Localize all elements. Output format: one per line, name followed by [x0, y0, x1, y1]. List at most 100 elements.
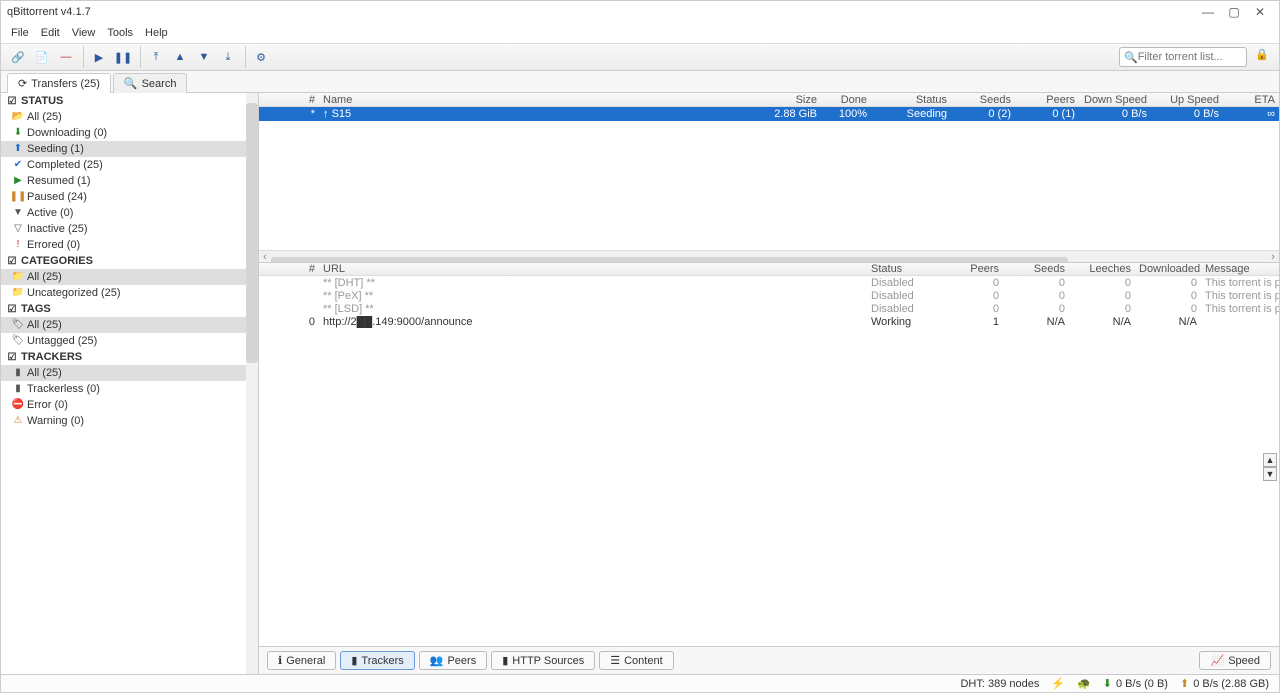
- twarn-icon: ⚠: [13, 416, 23, 426]
- menu-edit[interactable]: Edit: [41, 27, 60, 39]
- seed-icon: ⬆: [13, 144, 23, 154]
- settings-icon[interactable]: ⚙: [250, 46, 272, 68]
- tracker-row-0[interactable]: ** [DHT] **Disabled0000This torrent is p…: [259, 276, 1279, 289]
- sidebar-item-label: All (25): [27, 110, 62, 124]
- menu-help[interactable]: Help: [145, 27, 168, 39]
- col-up[interactable]: Up Speed: [1151, 94, 1223, 106]
- sidebar-item-tags-0[interactable]: 🏷All (25): [1, 317, 258, 333]
- detail-tabs: ℹGeneral ▮Trackers 👥Peers ▮HTTP Sources …: [259, 646, 1279, 674]
- tkcol-leeches[interactable]: Leeches: [1069, 263, 1135, 275]
- tkcol-msg[interactable]: Message: [1201, 263, 1279, 275]
- spin-up-icon[interactable]: ▲: [1263, 453, 1277, 467]
- tkcol-num[interactable]: #: [259, 263, 319, 275]
- tkcol-url[interactable]: URL: [319, 263, 867, 275]
- tracker-row-3[interactable]: 0http://2██.149:9000/announceWorking1N/A…: [259, 315, 1279, 328]
- torrent-hscroll[interactable]: ‹ ›: [259, 250, 1279, 262]
- col-name[interactable]: Name: [319, 94, 761, 106]
- sidebar-item-status-6[interactable]: ▼Active (0): [1, 205, 258, 221]
- tkcol-peers[interactable]: Peers: [937, 263, 1003, 275]
- tab-transfers-label: Transfers (25): [31, 78, 100, 90]
- sidebar-item-categories-1[interactable]: 📁Uncategorized (25): [1, 285, 258, 301]
- col-done[interactable]: Done: [821, 94, 871, 106]
- sidebar-item-trackers-2[interactable]: ⛔Error (0): [1, 397, 258, 413]
- torrent-header[interactable]: # Name Size Done Status Seeds Peers Down…: [259, 93, 1279, 107]
- menu-file[interactable]: File: [11, 27, 29, 39]
- scroll-right-icon[interactable]: ›: [1267, 251, 1279, 263]
- sidebar-item-status-5[interactable]: ❚❚Paused (24): [1, 189, 258, 205]
- sidebar-header-categories[interactable]: ☑ CATEGORIES: [1, 253, 258, 269]
- col-seeds[interactable]: Seeds: [951, 94, 1015, 106]
- sidebar-scrollbar[interactable]: [246, 93, 258, 674]
- col-size[interactable]: Size: [761, 94, 821, 106]
- maximize-button[interactable]: ▢: [1221, 5, 1247, 19]
- down-queue-icon[interactable]: ▼: [193, 46, 215, 68]
- sidebar-item-trackers-1[interactable]: ▮Trackerless (0): [1, 381, 258, 397]
- add-file-icon[interactable]: 📄: [31, 46, 53, 68]
- add-link-icon[interactable]: 🔗: [7, 46, 29, 68]
- col-peers[interactable]: Peers: [1015, 94, 1079, 106]
- sidebar-item-status-8[interactable]: !Errored (0): [1, 237, 258, 253]
- dtab-speed-label: Speed: [1228, 655, 1260, 667]
- tkcol-down[interactable]: Downloaded: [1135, 263, 1201, 275]
- checkbox-icon: ☑: [7, 256, 17, 266]
- sidebar-item-trackers-0[interactable]: ▮All (25): [1, 365, 258, 381]
- sidebar-item-status-2[interactable]: ⬆Seeding (1): [1, 141, 258, 157]
- dtab-speed[interactable]: 📈Speed: [1199, 651, 1271, 670]
- sidebar-item-label: Uncategorized (25): [27, 286, 121, 300]
- col-num[interactable]: #: [259, 94, 319, 106]
- sidebar-item-label: Active (0): [27, 206, 73, 220]
- dtab-http[interactable]: ▮HTTP Sources: [491, 651, 595, 670]
- lock-icon[interactable]: 🔒: [1255, 48, 1273, 66]
- tracker-header[interactable]: # URL Status Peers Seeds Leeches Downloa…: [259, 263, 1279, 276]
- cell-done: 100%: [821, 108, 871, 120]
- tab-transfers[interactable]: ⟳ Transfers (25): [7, 73, 111, 93]
- dtab-general[interactable]: ℹGeneral: [267, 651, 336, 670]
- sidebar-item-tags-1[interactable]: 🏷Untagged (25): [1, 333, 258, 349]
- bottom-queue-icon[interactable]: ⤓: [217, 46, 239, 68]
- col-status[interactable]: Status: [871, 94, 951, 106]
- sidebar-item-status-7[interactable]: ▽Inactive (25): [1, 221, 258, 237]
- sidebar-header-tags[interactable]: ☑ TAGS: [1, 301, 258, 317]
- torrent-row-selected[interactable]: * ↑ S15 2.88 GiB 100% Seeding 0 (2) 0 (1…: [259, 107, 1279, 121]
- down-icon: ⬇: [13, 128, 23, 138]
- dtab-trackers[interactable]: ▮Trackers: [340, 651, 414, 670]
- resume-icon[interactable]: ▶: [88, 46, 110, 68]
- minimize-button[interactable]: —: [1195, 5, 1221, 19]
- dtab-content[interactable]: ☰Content: [599, 651, 673, 670]
- cell-num: *: [259, 108, 319, 120]
- tkcol-seeds[interactable]: Seeds: [1003, 263, 1069, 275]
- spin-down-icon[interactable]: ▼: [1263, 467, 1277, 481]
- sidebar-item-categories-0[interactable]: 📁All (25): [1, 269, 258, 285]
- sidebar-header-status[interactable]: ☑ STATUS: [1, 93, 258, 109]
- tkcol-status[interactable]: Status: [867, 263, 937, 275]
- up-queue-icon[interactable]: ▲: [169, 46, 191, 68]
- sidebar-item-status-0[interactable]: 📂 All (25): [1, 109, 258, 125]
- col-down[interactable]: Down Speed: [1079, 94, 1151, 106]
- sidebar-scroll-thumb[interactable]: [246, 103, 258, 363]
- cell-seeds: 0 (2): [951, 108, 1015, 120]
- tracker-row-2[interactable]: ** [LSD] **Disabled0000This torrent is p…: [259, 302, 1279, 315]
- search-icon: 🔍: [1124, 51, 1138, 64]
- pause-icon[interactable]: ❚❚: [112, 46, 134, 68]
- dtab-peers[interactable]: 👥Peers: [419, 651, 487, 670]
- top-queue-icon[interactable]: ⤒: [145, 46, 167, 68]
- sidebar-item-status-1[interactable]: ⬇Downloading (0): [1, 125, 258, 141]
- close-button[interactable]: ✕: [1247, 5, 1273, 19]
- sidebar-item-status-3[interactable]: ✔Completed (25): [1, 157, 258, 173]
- tracker-row-1[interactable]: ** [PeX] **Disabled0000This torrent is p…: [259, 289, 1279, 302]
- status-alt[interactable]: 🐢: [1077, 677, 1091, 690]
- scroll-left-icon[interactable]: ‹: [259, 251, 271, 263]
- filter-box[interactable]: 🔍: [1119, 47, 1247, 67]
- sidebar-header-trackers[interactable]: ☑ TRACKERS: [1, 349, 258, 365]
- sidebar-item-trackers-3[interactable]: ⚠Warning (0): [1, 413, 258, 429]
- filter-input[interactable]: [1138, 51, 1242, 63]
- all-icon: 📂: [13, 112, 23, 122]
- folder-icon: 📁: [13, 272, 23, 282]
- tab-search[interactable]: 🔍 Search: [113, 73, 188, 93]
- col-eta[interactable]: ETA: [1223, 94, 1279, 106]
- up-arrow-icon: ⬆: [1180, 677, 1189, 690]
- sidebar-item-status-4[interactable]: ▶Resumed (1): [1, 173, 258, 189]
- remove-icon[interactable]: —: [55, 46, 77, 68]
- menu-view[interactable]: View: [72, 27, 96, 39]
- menu-tools[interactable]: Tools: [107, 27, 133, 39]
